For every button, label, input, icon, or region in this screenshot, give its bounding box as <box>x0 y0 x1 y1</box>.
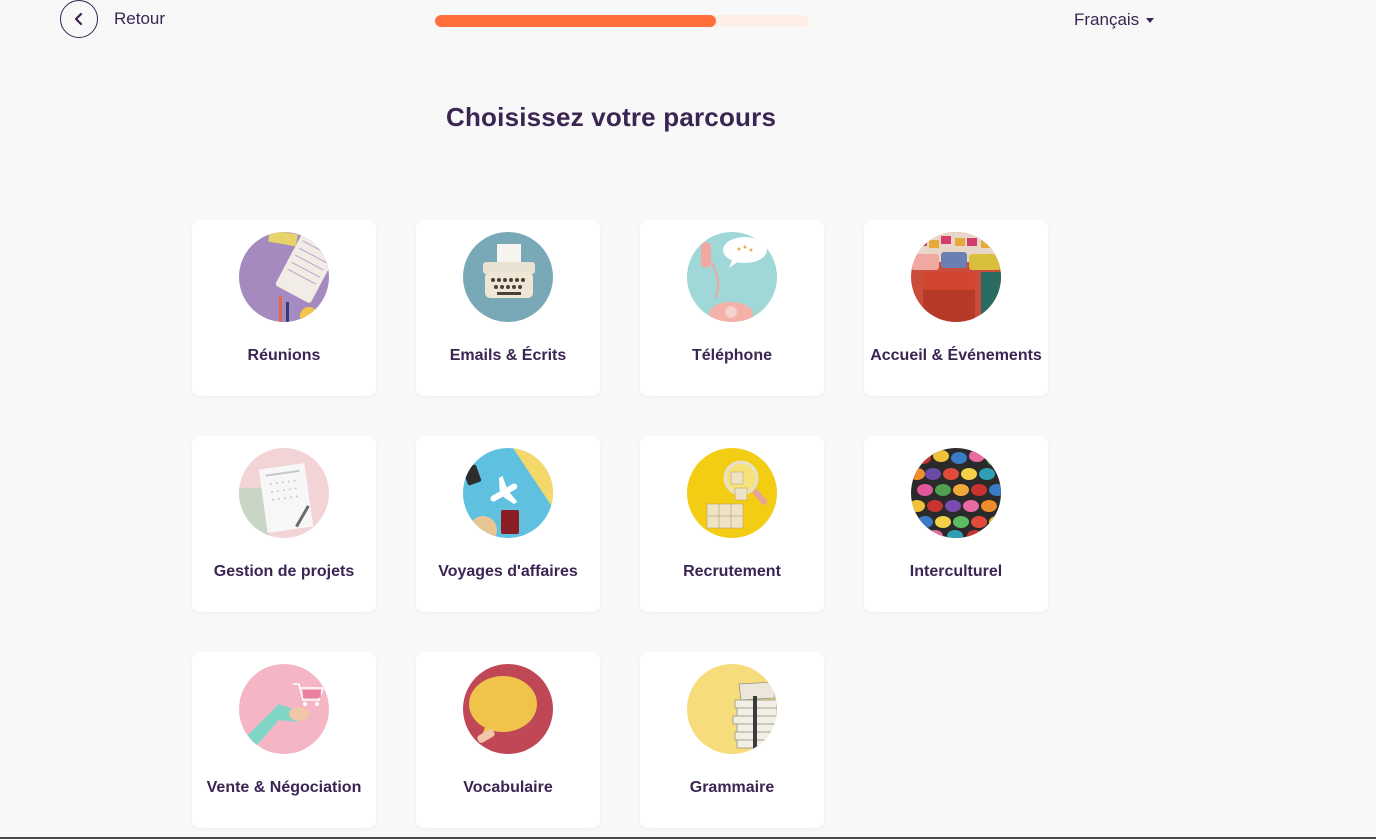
language-label[interactable]: Français <box>1074 10 1139 30</box>
card-label[interactable]: Recrutement <box>640 544 824 600</box>
card-label[interactable]: Accueil & Événements <box>864 328 1048 384</box>
magnifier-icon <box>687 448 777 538</box>
books-icon <box>687 664 777 754</box>
card-label[interactable]: Voyages d'affaires <box>416 544 600 600</box>
phone-icon <box>687 232 777 322</box>
path-card-recrutement[interactable]: Recrutement <box>640 436 824 612</box>
notepad-icon <box>239 448 329 538</box>
path-card-vente[interactable]: Vente & Négociation <box>192 652 376 828</box>
meeting-notebook-icon <box>239 232 329 322</box>
speech-bubble-icon <box>463 664 553 754</box>
path-card-reunions[interactable]: Réunions <box>192 220 376 396</box>
language-selector[interactable]: Français <box>1074 10 1155 30</box>
progress-fill <box>435 15 716 27</box>
card-label[interactable]: Vente & Négociation <box>192 760 376 816</box>
page-title: Choisissez votre parcours <box>446 102 777 132</box>
card-label[interactable]: Gestion de projets <box>192 544 376 600</box>
path-card-grammaire[interactable]: Grammaire <box>640 652 824 828</box>
card-label[interactable]: Grammaire <box>640 760 824 816</box>
card-label[interactable]: Interculturel <box>864 544 1048 600</box>
speech-bubbles-icon <box>911 448 1001 538</box>
path-card-emails[interactable]: Emails & Écrits <box>416 220 600 396</box>
card-label[interactable]: Vocabulaire <box>416 760 600 816</box>
typewriter-icon <box>463 232 553 322</box>
path-card-vocabulaire[interactable]: Vocabulaire <box>416 652 600 828</box>
caret-down-icon[interactable] <box>1146 17 1155 23</box>
shopping-cart-icon <box>239 664 329 754</box>
path-card-gestion-projets[interactable]: Gestion de projets <box>192 436 376 612</box>
path-card-accueil[interactable]: Accueil & Événements <box>864 220 1048 396</box>
back-label[interactable]: Retour <box>114 9 165 29</box>
card-label[interactable]: Réunions <box>192 328 376 384</box>
top-bar: Retour Français <box>0 0 1376 44</box>
airplane-icon <box>463 448 553 538</box>
event-chairs-icon <box>911 232 1001 322</box>
progress-bar <box>435 15 809 27</box>
card-label[interactable]: Emails & Écrits <box>416 328 600 384</box>
path-card-interculturel[interactable]: Interculturel <box>864 436 1048 612</box>
path-card-telephone[interactable]: Téléphone <box>640 220 824 396</box>
back-button[interactable]: Retour <box>60 0 165 38</box>
path-card-voyages[interactable]: Voyages d'affaires <box>416 436 600 612</box>
back-arrow-icon[interactable] <box>60 0 98 38</box>
card-label[interactable]: Téléphone <box>640 328 824 384</box>
